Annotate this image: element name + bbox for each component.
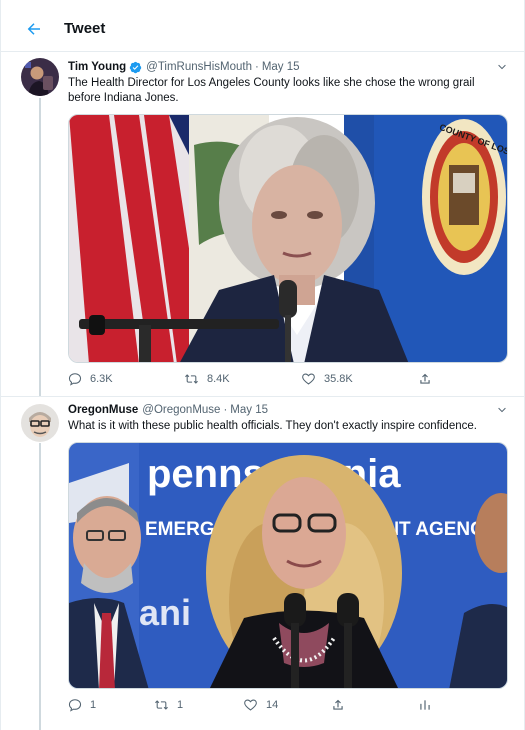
- retweet-icon: [155, 700, 168, 710]
- retweet-count: 1: [177, 699, 184, 711]
- like-button[interactable]: 35.8K: [301, 372, 353, 386]
- handle[interactable]: @OregonMuse: [142, 403, 220, 417]
- reply-count: 1: [90, 699, 97, 711]
- share-icon: [333, 699, 343, 710]
- display-name[interactable]: OregonMuse: [68, 403, 138, 417]
- like-count: 14: [266, 699, 279, 711]
- more-options-button[interactable]: [496, 403, 508, 421]
- retweet-icon: [185, 374, 198, 384]
- share-button[interactable]: [418, 372, 432, 386]
- tweet-2[interactable]: OregonMuse @OregonMuse · May 15 What is …: [1, 397, 525, 730]
- chevron-down-icon: [498, 407, 506, 413]
- retweet-button[interactable]: 1: [154, 698, 183, 712]
- avatar[interactable]: [21, 404, 59, 442]
- arrow-left-icon: [27, 22, 40, 35]
- tweet-actions: 1 1 14: [68, 698, 508, 714]
- thread-line: [39, 443, 41, 730]
- reply-icon: [68, 373, 82, 386]
- display-name[interactable]: Tim Young: [68, 60, 126, 74]
- heart-icon: [244, 699, 257, 711]
- handle[interactable]: @TimRunsHisMouth: [146, 60, 252, 74]
- tweet-actions: 6.3K 8.4K 35.8K: [68, 372, 508, 388]
- tweet-media-photo[interactable]: pennsylvania EMERGENCY MANAGEMENT AGENCY…: [68, 442, 508, 689]
- reply-count: 6.3K: [90, 373, 113, 385]
- share-button[interactable]: [331, 698, 345, 712]
- chevron-down-icon: [498, 64, 506, 70]
- thread-line: [39, 98, 41, 397]
- reply-button[interactable]: 6.3K: [68, 372, 113, 386]
- separator-dot: ·: [223, 404, 228, 416]
- reply-icon: [68, 699, 82, 712]
- analytics-button[interactable]: [418, 698, 432, 712]
- back-button[interactable]: [19, 14, 49, 44]
- retweet-count: 8.4K: [207, 373, 230, 385]
- more-options-button[interactable]: [496, 60, 508, 78]
- share-icon: [420, 373, 430, 384]
- like-button[interactable]: 14: [243, 698, 278, 712]
- page: Tweet Tim Young @TimRunsHisMouth · May 1…: [0, 0, 525, 730]
- page-title: Tweet: [64, 20, 106, 37]
- reply-button[interactable]: 1: [68, 698, 96, 712]
- separator-dot: ·: [254, 61, 259, 73]
- timestamp[interactable]: May 15: [230, 403, 268, 417]
- tweet-header: Tim Young @TimRunsHisMouth · May 15: [68, 60, 508, 74]
- timestamp[interactable]: May 15: [262, 60, 300, 74]
- tweet-content: OregonMuse @OregonMuse · May 15 What is …: [68, 403, 508, 434]
- tweet-content: Tim Young @TimRunsHisMouth · May 15 The …: [68, 60, 508, 106]
- heart-icon: [302, 373, 315, 385]
- verified-badge-icon: [129, 61, 142, 74]
- tweet-text: What is it with these public health offi…: [68, 420, 477, 432]
- tweet-header: OregonMuse @OregonMuse · May 15: [68, 403, 508, 417]
- retweet-button[interactable]: 8.4K: [184, 372, 230, 386]
- header-bar: Tweet: [1, 6, 525, 52]
- avatar[interactable]: [21, 58, 59, 96]
- svg-text:ani: ani: [139, 592, 191, 633]
- tweet-media-photo[interactable]: COUNTY OF LOS: [68, 114, 508, 363]
- tweet-1[interactable]: Tim Young @TimRunsHisMouth · May 15 The …: [1, 52, 525, 397]
- like-count: 35.8K: [324, 373, 353, 385]
- analytics-icon: [420, 700, 430, 710]
- tweet-text: The Health Director for Los Angeles Coun…: [68, 77, 475, 104]
